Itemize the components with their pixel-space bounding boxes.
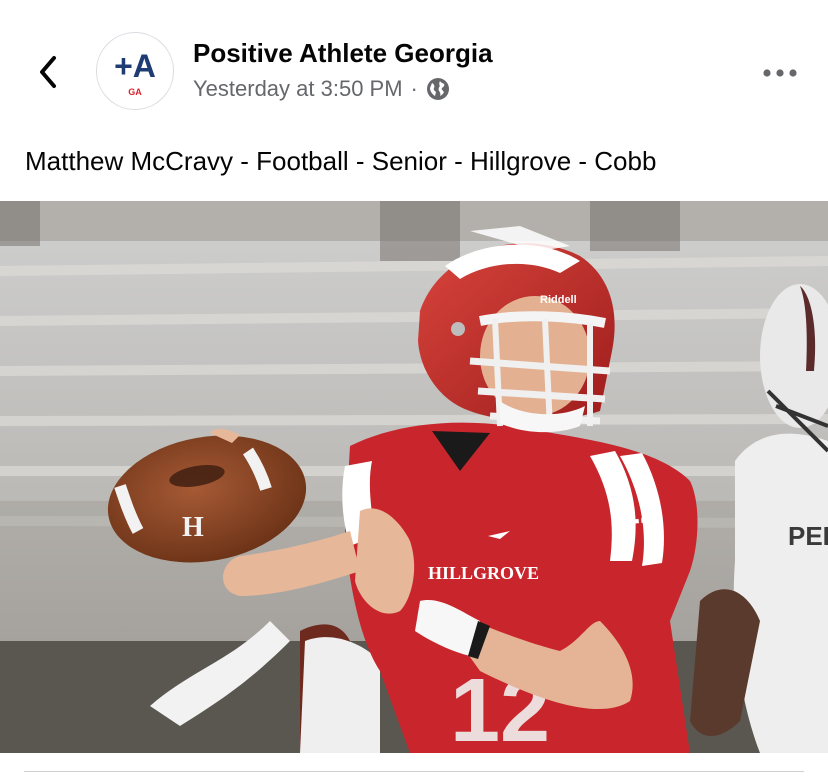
divider [24,771,804,772]
svg-text:H: H [182,512,204,543]
more-options-button[interactable] [758,58,802,88]
post-caption: Matthew McCravy - Football - Senior - Hi… [25,146,657,176]
more-horizontal-icon [763,69,797,77]
football-player-photo: PEB 12 HILLGROVE 12 H [0,201,828,753]
svg-text:12: 12 [613,483,664,535]
svg-text:HILLGROVE: HILLGROVE [428,563,539,583]
svg-text:+A: +A [114,48,156,84]
chevron-left-icon [40,56,56,88]
page-name-link[interactable]: Positive Athlete Georgia [193,38,493,69]
globe-icon[interactable] [426,77,450,101]
page-avatar[interactable]: +A GA [96,32,174,110]
post-photo[interactable]: PEB 12 HILLGROVE 12 H [0,201,828,753]
positive-athlete-logo: +A GA [114,48,156,97]
post-meta: Yesterday at 3:50 PM · [193,76,450,102]
svg-text:PEB: PEB [788,521,828,551]
svg-text:Riddell: Riddell [540,294,577,306]
post-timestamp[interactable]: Yesterday at 3:50 PM [193,76,403,102]
post-header: +A GA Positive Athlete Georgia Yesterday… [0,0,828,140]
back-button[interactable] [28,52,68,92]
meta-separator: · [410,76,418,101]
svg-text:GA: GA [128,87,142,97]
